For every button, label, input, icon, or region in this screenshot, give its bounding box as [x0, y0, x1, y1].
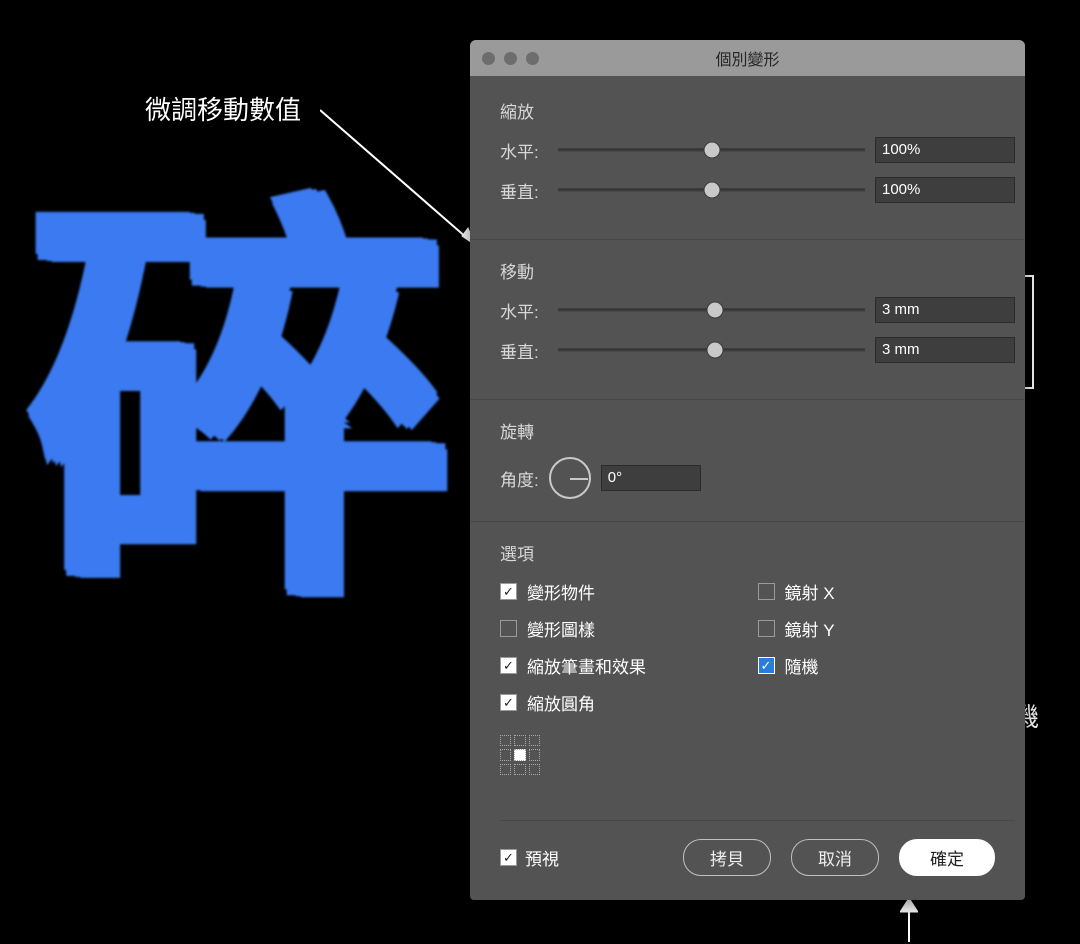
move-h-input[interactable]: 3 mm	[875, 297, 1015, 323]
scale-v-label: 垂直:	[500, 178, 548, 203]
scale-h-slider[interactable]	[558, 140, 865, 160]
opt-random[interactable]: ✓ 隨機	[758, 653, 1016, 678]
section-move-title: 移動	[500, 258, 1015, 283]
section-rotate-title: 旋轉	[500, 418, 1015, 443]
ok-button[interactable]: 確定	[899, 839, 995, 876]
preview-checkbox[interactable]: ✓ 預視	[500, 845, 559, 870]
checkbox-icon: ✓	[758, 657, 775, 674]
divider	[470, 399, 1025, 400]
scale-v-slider[interactable]	[558, 180, 865, 200]
transform-each-dialog: 個別變形 縮放 水平: 100% 垂直: 100% 移動 水平: 3 mm	[470, 40, 1025, 900]
move-h-slider[interactable]	[558, 300, 865, 320]
section-move: 移動 水平: 3 mm 垂直: 3 mm	[500, 258, 1015, 377]
checkbox-icon: ✓	[500, 694, 517, 711]
preview-label: 預視	[525, 845, 559, 870]
opt-label: 鏡射 X	[785, 579, 835, 604]
divider	[470, 521, 1025, 522]
opt-scale-corners[interactable]: ✓ 縮放圓角	[500, 690, 758, 715]
checkbox-icon: ✓	[500, 583, 517, 600]
section-options-title: 選項	[500, 540, 1015, 565]
opt-reflect-y[interactable]: 鏡射 Y	[758, 616, 1016, 641]
section-rotate: 旋轉 角度: 0°	[500, 418, 1015, 499]
scale-v-input[interactable]: 100%	[875, 177, 1015, 203]
dialog-footer: ✓ 預視 拷貝 取消 確定	[500, 820, 1015, 900]
scale-h-label: 水平:	[500, 138, 548, 163]
checkbox-icon: ✓	[500, 657, 517, 674]
opt-label: 隨機	[785, 653, 819, 678]
scale-h-input[interactable]: 100%	[875, 137, 1015, 163]
move-h-label: 水平:	[500, 298, 548, 323]
opt-label: 鏡射 Y	[785, 616, 835, 641]
opt-transform-patterns[interactable]: 變形圖樣	[500, 616, 758, 641]
cancel-button[interactable]: 取消	[791, 839, 879, 876]
dialog-title: 個別變形	[470, 46, 1025, 70]
titlebar[interactable]: 個別變形	[470, 40, 1025, 76]
divider	[470, 239, 1025, 240]
section-options: 選項 ✓ 變形物件 鏡射 X 變形圖樣 鏡射 Y	[500, 540, 1015, 775]
checkbox-icon	[758, 583, 775, 600]
checkbox-icon	[758, 620, 775, 637]
move-v-input[interactable]: 3 mm	[875, 337, 1015, 363]
opt-label: 變形圖樣	[527, 616, 595, 641]
opt-label: 縮放圓角	[527, 690, 595, 715]
angle-label: 角度:	[500, 466, 539, 491]
opt-label: 變形物件	[527, 579, 595, 604]
copy-button[interactable]: 拷貝	[683, 839, 771, 876]
opt-reflect-x[interactable]: 鏡射 X	[758, 579, 1016, 604]
section-scale-title: 縮放	[500, 98, 1015, 123]
opt-transform-objects[interactable]: ✓ 變形物件	[500, 579, 758, 604]
section-scale: 縮放 水平: 100% 垂直: 100%	[500, 98, 1015, 217]
checkbox-icon: ✓	[500, 849, 517, 866]
opt-scale-strokes[interactable]: ✓ 縮放筆畫和效果	[500, 653, 758, 678]
move-v-slider[interactable]	[558, 340, 865, 360]
angle-input[interactable]: 0°	[601, 465, 701, 491]
angle-dial[interactable]	[549, 457, 591, 499]
checkbox-icon	[500, 620, 517, 637]
opt-label: 縮放筆畫和效果	[527, 653, 646, 678]
move-v-label: 垂直:	[500, 338, 548, 363]
annotation-move-values: 微調移動數值	[145, 90, 301, 127]
reference-point-grid[interactable]	[500, 735, 540, 775]
